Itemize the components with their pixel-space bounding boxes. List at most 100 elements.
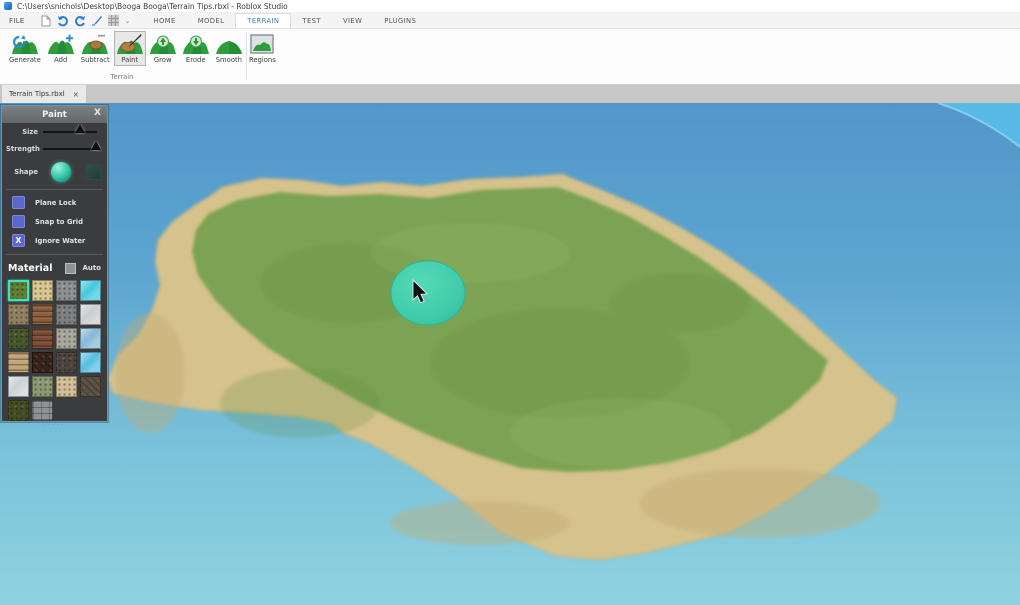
ignore-water-checkbox[interactable]: X — [12, 234, 25, 247]
material-swatch-rock[interactable] — [56, 280, 77, 301]
new-file-icon[interactable] — [40, 15, 52, 27]
material-swatch-snow[interactable] — [8, 376, 29, 397]
erode-terrain-icon — [182, 35, 209, 54]
panel-close-button[interactable]: X — [94, 108, 101, 118]
toggle-grid-icon[interactable] — [108, 15, 120, 27]
material-swatch-ground[interactable] — [8, 304, 29, 325]
3d-viewport[interactable] — [0, 102, 1020, 605]
subtract-terrain-button[interactable]: Subtract — [78, 31, 113, 66]
strength-slider-row: Strength — [2, 140, 107, 157]
material-section-header: Material Auto — [2, 258, 107, 278]
document-tab-strip: Terrain Tips.rbxl × — [0, 85, 1020, 103]
document-tab-label: Terrain Tips.rbxl — [9, 90, 65, 98]
tab-model[interactable]: MODEL — [187, 13, 236, 28]
snap-to-grid-checkbox[interactable] — [12, 215, 25, 228]
button-label: Erode — [185, 56, 206, 64]
add-terrain-icon — [47, 34, 74, 54]
material-swatch-brick[interactable] — [32, 328, 53, 349]
customize-dropdown-icon[interactable]: ⌄ — [125, 17, 131, 25]
material-swatch-basalt[interactable] — [32, 352, 53, 373]
button-label: Smooth — [215, 56, 242, 64]
button-label: Generate — [9, 56, 41, 64]
material-swatch-sand[interactable] — [32, 280, 53, 301]
size-slider-thumb[interactable] — [74, 123, 85, 133]
panel-divider — [6, 254, 103, 255]
tab-home[interactable]: HOME — [143, 13, 187, 28]
material-swatch-cracked-lava[interactable] — [80, 376, 101, 397]
brush-shape-cube[interactable] — [85, 164, 101, 180]
material-swatch-pavement[interactable] — [32, 400, 53, 421]
material-swatch-water[interactable] — [80, 280, 101, 301]
material-swatch-slate[interactable] — [56, 304, 77, 325]
material-swatch-cobblestone[interactable] — [32, 376, 53, 397]
strength-slider-thumb[interactable] — [91, 140, 101, 150]
shape-row: Shape — [2, 159, 107, 185]
size-label: Size — [22, 127, 38, 136]
add-terrain-button[interactable]: Add — [45, 31, 77, 66]
undo-icon[interactable] — [57, 15, 69, 27]
roblox-studio-app-icon — [4, 2, 12, 10]
tab-plugins[interactable]: PLUGINS — [373, 13, 427, 28]
size-slider[interactable] — [43, 123, 97, 133]
material-grid — [2, 278, 107, 421]
screenshot-icon[interactable] — [91, 15, 103, 27]
smooth-terrain-button[interactable]: Smooth — [213, 31, 245, 66]
material-swatch-sandstone[interactable] — [8, 352, 29, 373]
redo-icon[interactable] — [74, 15, 86, 27]
material-swatch-asphalt[interactable] — [56, 352, 77, 373]
size-slider-row: Size — [2, 123, 107, 140]
tab-terrain[interactable]: TERRAIN — [235, 13, 292, 28]
panel-divider — [6, 189, 103, 190]
panel-title: Paint — [42, 109, 67, 120]
material-swatch-grass[interactable] — [8, 280, 29, 301]
document-tab[interactable]: Terrain Tips.rbxl × — [2, 85, 86, 103]
shape-label: Shape — [14, 168, 38, 176]
tab-test[interactable]: TEST — [291, 13, 332, 28]
roblox-studio-window: C:\Users\snichols\Desktop\Booga Booga\Te… — [0, 0, 1020, 605]
material-section-label: Material — [8, 262, 53, 274]
plane-lock-row[interactable]: Plane Lock — [2, 193, 107, 212]
button-label: Grow — [153, 56, 172, 64]
plane-lock-checkbox[interactable] — [12, 196, 25, 209]
auto-material-checkbox[interactable] — [65, 262, 77, 274]
erode-terrain-button[interactable]: Erode — [180, 31, 212, 66]
ribbon-group-separator — [246, 32, 247, 80]
brush-shape-sphere[interactable] — [51, 162, 71, 182]
generate-terrain-button[interactable]: Generate — [6, 31, 44, 66]
regions-terrain-icon — [250, 34, 275, 54]
paint-panel-header[interactable]: Paint X — [2, 106, 107, 123]
ignore-water-row[interactable]: X Ignore Water — [2, 231, 107, 250]
ribbon-tab-bar: FILE ⌄ HOME MODEL TERRAIN TEST VIEW PLUG… — [0, 13, 1020, 29]
strength-slider[interactable] — [43, 140, 101, 150]
button-label: Add — [54, 56, 68, 64]
generate-terrain-icon — [11, 35, 38, 54]
material-swatch-mud[interactable] — [8, 400, 29, 421]
file-menu-button[interactable]: FILE — [0, 13, 34, 28]
document-tab-close-icon[interactable]: × — [73, 90, 79, 99]
quick-access-toolbar: ⌄ — [34, 13, 137, 28]
title-bar: C:\Users\snichols\Desktop\Booga Booga\Te… — [0, 0, 1020, 13]
grow-terrain-button[interactable]: Grow — [147, 31, 179, 66]
material-swatch-glacier[interactable] — [80, 328, 101, 349]
grow-terrain-icon — [149, 35, 176, 54]
material-swatch-wood-planks[interactable] — [32, 304, 53, 325]
material-swatch-salt[interactable] — [56, 328, 77, 349]
terrain-brush-preview — [390, 260, 466, 326]
material-swatch-concrete[interactable] — [80, 304, 101, 325]
tab-view[interactable]: VIEW — [332, 13, 373, 28]
terrain-group-label: Terrain — [110, 73, 134, 81]
panel-resize-handle[interactable]: ····· — [2, 421, 107, 429]
material-swatch-limestone[interactable] — [56, 376, 77, 397]
regions-terrain-button[interactable]: Regions — [246, 31, 279, 66]
material-swatch-ice[interactable] — [80, 352, 101, 373]
button-label: Paint — [121, 56, 139, 64]
material-swatch-leafy-grass[interactable] — [8, 328, 29, 349]
snap-to-grid-row[interactable]: Snap to Grid — [2, 212, 107, 231]
button-label: Subtract — [80, 56, 110, 64]
button-label: Regions — [248, 56, 276, 64]
paint-terrain-button[interactable]: Paint — [113, 31, 146, 66]
snap-to-grid-label: Snap to Grid — [35, 217, 83, 226]
ribbon-terrain-group: Generate Add Subtract Paint Grow Erode S… — [0, 29, 1020, 85]
ignore-water-label: Ignore Water — [35, 236, 86, 245]
paint-tool-panel: Paint X Size Strength Shape Plane Lock S… — [1, 105, 108, 429]
